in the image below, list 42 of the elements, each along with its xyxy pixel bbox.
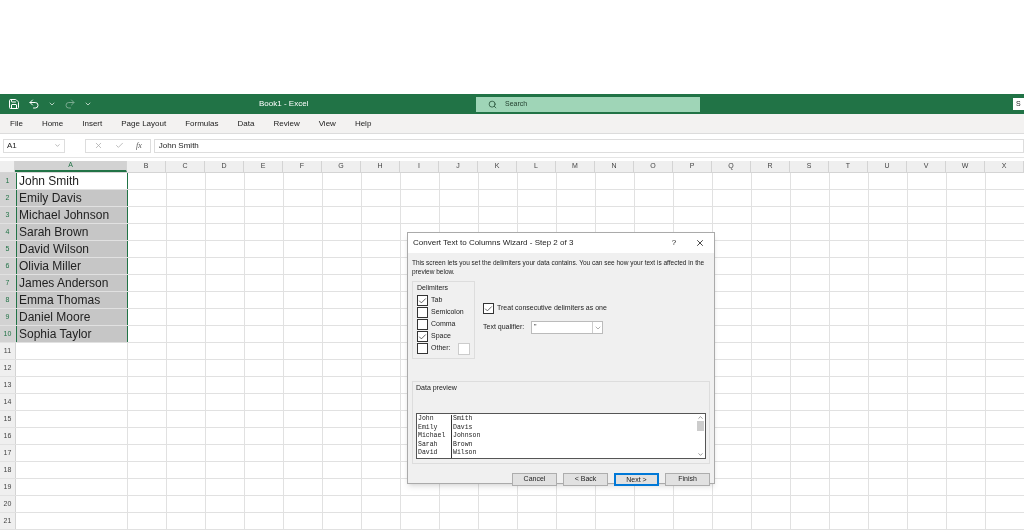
close-icon[interactable] bbox=[695, 238, 705, 248]
table-cell[interactable]: John Smith bbox=[16, 173, 128, 189]
table-cell[interactable]: Michael Johnson bbox=[16, 207, 128, 223]
menu-tab[interactable]: Help bbox=[354, 117, 372, 130]
other-field[interactable] bbox=[458, 342, 470, 355]
menu-tab[interactable]: Insert bbox=[82, 117, 103, 130]
menu-tab[interactable]: Page Layout bbox=[121, 117, 167, 130]
table-cell[interactable]: Sophia Taylor bbox=[16, 326, 128, 342]
caret-icon[interactable] bbox=[48, 100, 56, 108]
dialog-title: Convert Text to Columns Wizard - Step 2 of 3 bbox=[413, 237, 575, 249]
checkbox[interactable] bbox=[483, 303, 494, 314]
menu-tab[interactable]: File bbox=[10, 117, 23, 130]
menu-tab[interactable]: View bbox=[318, 117, 336, 130]
checkbox[interactable] bbox=[417, 331, 428, 342]
search-icon bbox=[488, 99, 497, 109]
checkbox[interactable] bbox=[417, 319, 428, 330]
table-cell[interactable]: David Wilson bbox=[16, 241, 128, 257]
cancel-icon[interactable] bbox=[94, 141, 103, 150]
menu-tab[interactable]: Data bbox=[237, 117, 255, 130]
scroll-up-icon[interactable] bbox=[696, 414, 704, 421]
scroll-down-icon[interactable] bbox=[696, 451, 704, 458]
table-cell[interactable]: Sarah Brown bbox=[16, 224, 128, 240]
checkbox[interactable] bbox=[417, 343, 428, 354]
menu-tab[interactable]: Formulas bbox=[185, 117, 219, 130]
checkbox[interactable] bbox=[417, 307, 428, 318]
menu-tab[interactable]: Review bbox=[273, 117, 300, 130]
formula-field[interactable]: John Smith bbox=[153, 138, 1024, 153]
undo-icon[interactable] bbox=[28, 98, 40, 110]
insert-function-button[interactable]: fx bbox=[136, 139, 142, 152]
table-cell[interactable]: Olivia Miller bbox=[16, 258, 128, 274]
table-cell[interactable]: Emily Davis bbox=[16, 190, 128, 206]
save-icon[interactable] bbox=[8, 98, 20, 110]
table-cell[interactable]: Daniel Moore bbox=[16, 309, 128, 325]
name-box[interactable]: A1 bbox=[3, 138, 65, 153]
menu-tab[interactable]: Home bbox=[41, 117, 64, 130]
window-title: Book1 - Excel bbox=[259, 98, 309, 110]
checkbox[interactable] bbox=[417, 295, 428, 306]
customize-icon[interactable] bbox=[84, 100, 92, 108]
scrollbar-thumb[interactable] bbox=[696, 421, 704, 431]
table-cell[interactable]: Emma Thomas bbox=[16, 292, 128, 308]
help-button[interactable]: ? bbox=[667, 237, 681, 249]
table-cell[interactable]: James Anderson bbox=[16, 275, 128, 291]
